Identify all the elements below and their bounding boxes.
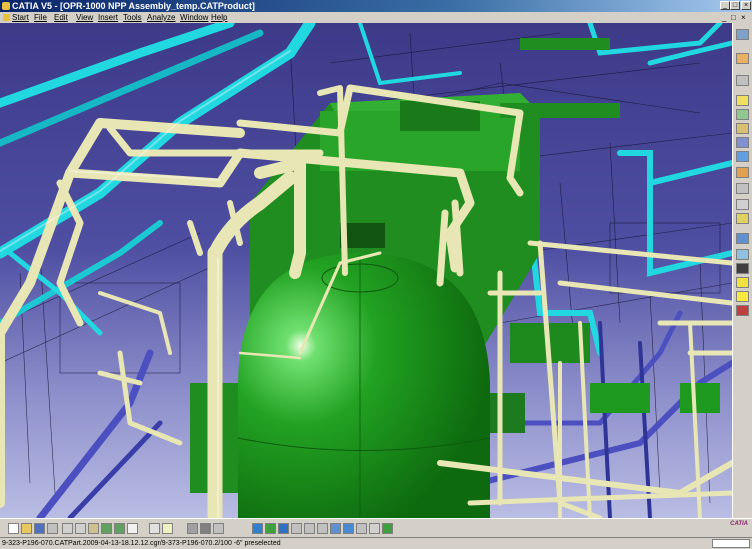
minimize-icon[interactable]: _ <box>720 1 730 10</box>
reactor-vessel <box>237 253 491 518</box>
camera-icon[interactable] <box>200 523 211 534</box>
menu-window[interactable]: Window <box>180 12 208 23</box>
assembly-icon[interactable] <box>736 151 749 162</box>
rotate-view-icon[interactable] <box>278 523 289 534</box>
layer-icon[interactable] <box>736 249 749 260</box>
start-menu-icon[interactable] <box>3 14 10 21</box>
menu-view[interactable]: View <box>76 12 93 23</box>
menu-analyze[interactable]: Analyze <box>147 12 175 23</box>
section-icon[interactable] <box>736 199 749 210</box>
move-icon[interactable] <box>736 137 749 148</box>
app-icon[interactable] <box>2 2 10 10</box>
tree-icon[interactable] <box>736 29 749 40</box>
command-input[interactable] <box>712 539 750 548</box>
knowledge-icon[interactable] <box>187 523 198 534</box>
formula-icon[interactable] <box>149 523 160 534</box>
menu-help[interactable]: Help <box>211 12 227 23</box>
status-text: 9-323-P196-070.CATPart.2009-04-13-18.12.… <box>2 540 281 547</box>
render-icon[interactable] <box>736 277 749 288</box>
shading-icon[interactable] <box>343 523 354 534</box>
save-icon[interactable] <box>34 523 45 534</box>
rotate-icon[interactable] <box>736 123 749 134</box>
menu-tools[interactable]: Tools <box>123 12 142 23</box>
bulb-icon[interactable] <box>736 291 749 302</box>
right-toolbar <box>732 23 752 518</box>
copy-icon[interactable] <box>75 523 86 534</box>
swap-icon[interactable] <box>369 523 380 534</box>
zoom-in-icon[interactable] <box>291 523 302 534</box>
fit-all-icon[interactable] <box>252 523 263 534</box>
plant-model-render <box>0 23 732 518</box>
copy-icon[interactable] <box>736 109 749 120</box>
menu-start[interactable]: Start <box>12 12 29 23</box>
grid-icon[interactable] <box>736 263 749 274</box>
doc-restore-icon[interactable]: □ <box>731 12 736 23</box>
snap-icon[interactable] <box>736 167 749 178</box>
cut-icon[interactable] <box>62 523 73 534</box>
maximize-icon[interactable]: □ <box>730 1 740 10</box>
open-icon[interactable] <box>21 523 32 534</box>
menu-file[interactable]: File <box>34 12 47 23</box>
whats-this-icon[interactable] <box>127 523 138 534</box>
redo-icon[interactable] <box>114 523 125 534</box>
menu-bar: Start File Edit View Insert Tools Analyz… <box>0 12 752 23</box>
iso-view-icon[interactable] <box>330 523 341 534</box>
fly-icon[interactable] <box>213 523 224 534</box>
paste-icon[interactable] <box>88 523 99 534</box>
select-icon[interactable] <box>736 95 749 106</box>
tools-icon[interactable] <box>736 305 749 316</box>
zoom-out-icon[interactable] <box>304 523 315 534</box>
print-icon[interactable] <box>47 523 58 534</box>
3d-viewport[interactable] <box>0 23 732 518</box>
show-icon[interactable] <box>382 523 393 534</box>
menu-edit[interactable]: Edit <box>54 12 68 23</box>
clash-icon[interactable] <box>736 213 749 224</box>
doc-close-icon[interactable]: × <box>741 12 746 23</box>
bottom-toolbar: CATIA <box>0 518 752 537</box>
new-icon[interactable] <box>8 523 19 534</box>
doc-minimize-icon[interactable]: _ <box>722 12 726 23</box>
sketch-icon[interactable] <box>736 53 749 64</box>
normal-view-icon[interactable] <box>317 523 328 534</box>
window-title: CATIA V5 - [OPR-1000 NPP Assembly_temp.C… <box>12 1 255 11</box>
catia-logo: CATIA <box>730 521 748 527</box>
hide-show-icon[interactable] <box>356 523 367 534</box>
menu-insert[interactable]: Insert <box>98 12 118 23</box>
undo-icon[interactable] <box>101 523 112 534</box>
pan-icon[interactable] <box>265 523 276 534</box>
title-bar: CATIA V5 - [OPR-1000 NPP Assembly_temp.C… <box>0 0 752 12</box>
status-bar: 9-323-P196-070.CATPart.2009-04-13-18.12.… <box>0 537 752 549</box>
measure-icon[interactable] <box>736 183 749 194</box>
close-icon[interactable]: × <box>741 1 751 10</box>
constraint-icon[interactable] <box>736 75 749 86</box>
comment-icon[interactable] <box>162 523 173 534</box>
filter-icon[interactable] <box>736 233 749 244</box>
